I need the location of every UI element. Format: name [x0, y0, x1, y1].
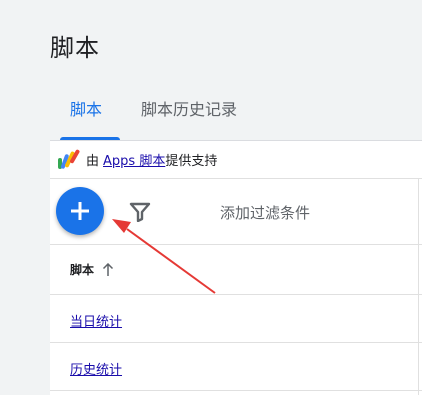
tab-scripts[interactable]: 脚本: [70, 96, 102, 120]
powered-by-banner: 由 Apps 脚本 提供支持: [56, 147, 217, 171]
scripts-panel: 由 Apps 脚本 提供支持 添加过滤条件 脚本 当日统计 历史统计: [50, 141, 422, 395]
powered-by-suffix: 提供支持: [165, 153, 218, 169]
page-title: 脚本: [50, 34, 100, 62]
toolbar-divider: [50, 178, 422, 179]
table-header-bottom-divider: [50, 294, 422, 295]
table-row-divider: [50, 390, 422, 391]
powered-by-prefix: 由: [86, 153, 100, 169]
tab-bar: 脚本 脚本历史记录: [50, 96, 422, 140]
tab-script-history[interactable]: 脚本历史记录: [141, 96, 237, 120]
table-header-top-divider: [50, 244, 422, 245]
toolbar-column-divider: [418, 178, 419, 244]
add-script-button[interactable]: [56, 187, 104, 235]
column-header-label: 脚本: [70, 263, 95, 277]
table-row-link[interactable]: 历史统计: [70, 359, 122, 378]
table-row-divider: [50, 342, 422, 343]
apps-script-logo-icon: [58, 149, 80, 169]
add-filter-label[interactable]: 添加过滤条件: [220, 202, 310, 223]
table-column-divider: [418, 244, 419, 395]
table-row-link[interactable]: 当日统计: [70, 311, 122, 330]
filter-icon[interactable]: [129, 202, 151, 222]
arrow-up-icon: [102, 262, 114, 276]
column-header-script[interactable]: 脚本: [70, 261, 114, 278]
plus-icon: [71, 202, 89, 220]
apps-script-link[interactable]: Apps 脚本: [103, 150, 165, 169]
